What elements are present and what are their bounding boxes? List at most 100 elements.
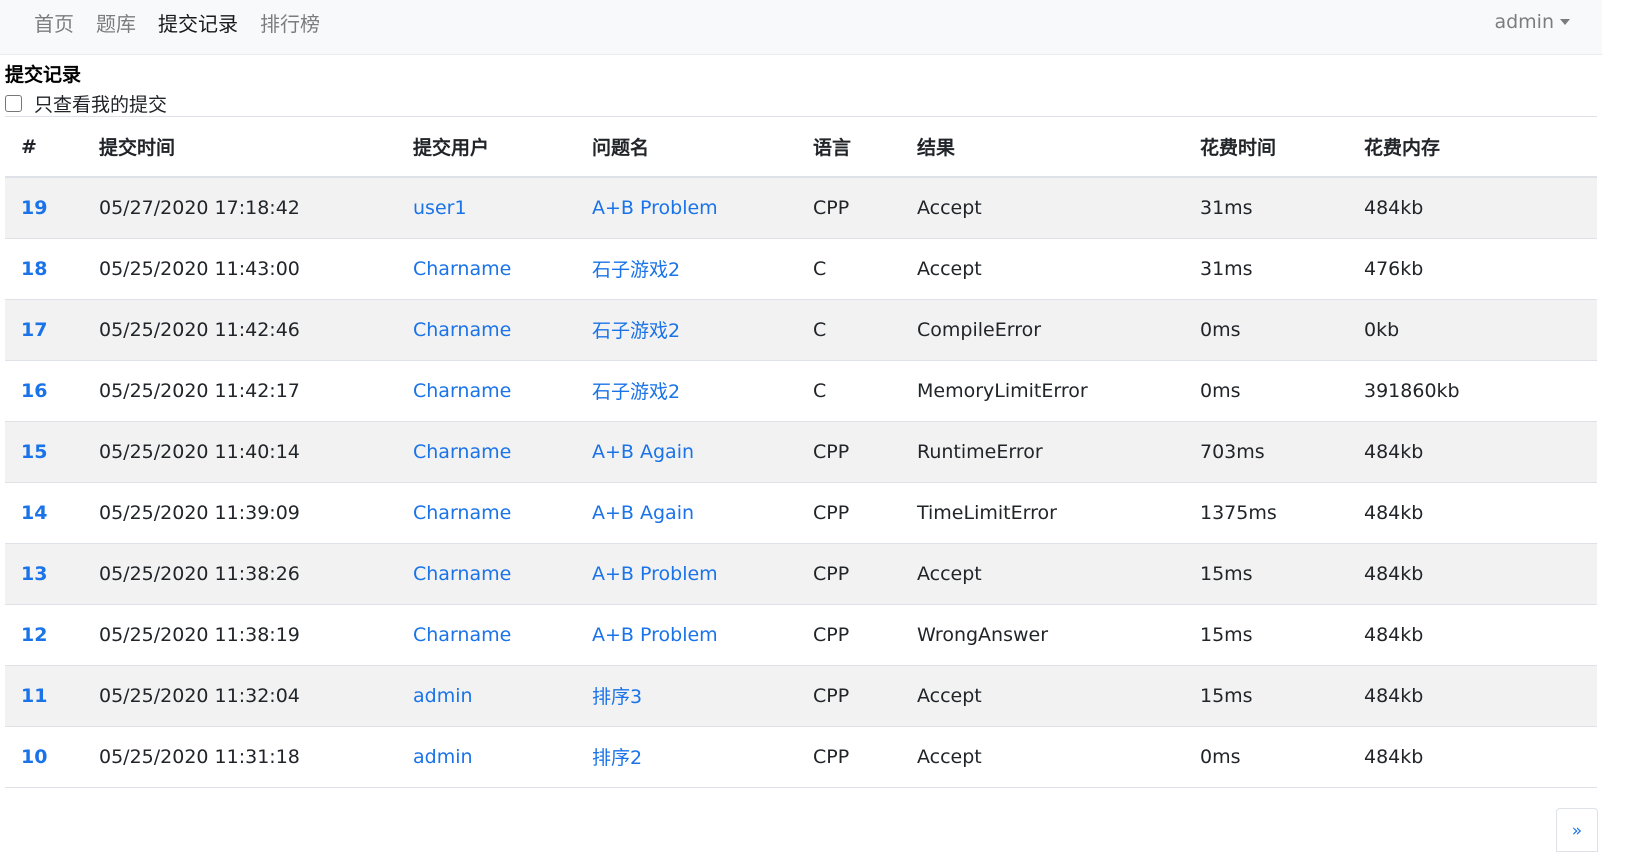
cost-time: 0ms	[1184, 360, 1348, 422]
user-link[interactable]: Charname	[413, 380, 511, 402]
caret-down-icon	[1560, 19, 1570, 25]
problem-link[interactable]: 石子游戏2	[592, 320, 680, 342]
result: Accept	[901, 665, 1184, 727]
cost-time: 15ms	[1184, 543, 1348, 605]
only-mine-checkbox[interactable]	[5, 95, 22, 112]
cost-time: 15ms	[1184, 665, 1348, 727]
col-header-id: #	[5, 117, 83, 178]
submission-id-link[interactable]: 14	[21, 502, 47, 524]
cost-time: 0ms	[1184, 299, 1348, 361]
cost-memory: 484kb	[1348, 482, 1597, 544]
submit-time: 05/27/2020 17:18:42	[83, 177, 397, 239]
submission-id-link[interactable]: 19	[21, 197, 47, 219]
table-row: 12 05/25/2020 11:38:19 Charname A+B Prob…	[5, 604, 1597, 666]
user-menu-label: admin	[1494, 11, 1554, 33]
nav-item-ranking[interactable]: 排行榜	[260, 8, 320, 37]
submission-id-link[interactable]: 17	[21, 319, 47, 341]
submission-id-link[interactable]: 10	[21, 746, 47, 768]
submit-time: 05/25/2020 11:43:00	[83, 238, 397, 300]
problem-link[interactable]: 排序2	[592, 747, 642, 769]
table-header-row: # 提交时间 提交用户 问题名 语言 结果 花费时间 花费内存	[5, 117, 1597, 178]
user-link[interactable]: admin	[413, 685, 473, 707]
submit-time: 05/25/2020 11:31:18	[83, 726, 397, 788]
col-header-language: 语言	[797, 117, 901, 178]
language: C	[797, 360, 901, 422]
cost-time: 1375ms	[1184, 482, 1348, 544]
language: CPP	[797, 665, 901, 727]
table-row: 16 05/25/2020 11:42:17 Charname 石子游戏2 C …	[5, 360, 1597, 422]
problem-link[interactable]: A+B Again	[592, 502, 694, 524]
table-row: 10 05/25/2020 11:31:18 admin 排序2 CPP Acc…	[5, 726, 1597, 788]
submission-id-link[interactable]: 11	[21, 685, 47, 707]
language: CPP	[797, 482, 901, 544]
problem-link[interactable]: A+B Problem	[592, 197, 718, 219]
col-header-time: 提交时间	[83, 117, 397, 178]
result: Accept	[901, 726, 1184, 788]
table-row: 13 05/25/2020 11:38:26 Charname A+B Prob…	[5, 543, 1597, 605]
submission-id-link[interactable]: 18	[21, 258, 47, 280]
table-row: 17 05/25/2020 11:42:46 Charname 石子游戏2 C …	[5, 299, 1597, 361]
page-title: 提交记录	[5, 64, 82, 86]
user-link[interactable]: Charname	[413, 319, 511, 341]
table-row: 14 05/25/2020 11:39:09 Charname A+B Agai…	[5, 482, 1597, 544]
problem-link[interactable]: A+B Problem	[592, 624, 718, 646]
col-header-result: 结果	[901, 117, 1184, 178]
user-link[interactable]: Charname	[413, 624, 511, 646]
cost-memory: 391860kb	[1348, 360, 1597, 422]
user-link[interactable]: Charname	[413, 502, 511, 524]
col-header-cost-time: 花费时间	[1184, 117, 1348, 178]
submissions-table: # 提交时间 提交用户 问题名 语言 结果 花费时间 花费内存 19 05/27…	[5, 117, 1597, 788]
submission-id-link[interactable]: 16	[21, 380, 47, 402]
table-row: 15 05/25/2020 11:40:14 Charname A+B Agai…	[5, 421, 1597, 483]
user-link[interactable]: user1	[413, 197, 467, 219]
user-link[interactable]: admin	[413, 746, 473, 768]
nav-item-problems[interactable]: 题库	[96, 8, 136, 37]
user-menu-dropdown[interactable]: admin	[1494, 0, 1570, 44]
language: C	[797, 299, 901, 361]
user-link[interactable]: Charname	[413, 258, 511, 280]
table-row: 11 05/25/2020 11:32:04 admin 排序3 CPP Acc…	[5, 665, 1597, 727]
cost-memory: 0kb	[1348, 299, 1597, 361]
language: CPP	[797, 421, 901, 483]
submission-id-link[interactable]: 15	[21, 441, 47, 463]
cost-time: 15ms	[1184, 604, 1348, 666]
problem-link[interactable]: A+B Problem	[592, 563, 718, 585]
top-navbar: 首页 题库 提交记录 排行榜 admin	[0, 0, 1602, 55]
result: Accept	[901, 238, 1184, 300]
result: Accept	[901, 543, 1184, 605]
table-row: 18 05/25/2020 11:43:00 Charname 石子游戏2 C …	[5, 238, 1597, 300]
result: CompileError	[901, 299, 1184, 361]
cost-memory: 484kb	[1348, 421, 1597, 483]
result: WrongAnswer	[901, 604, 1184, 666]
col-header-user: 提交用户	[397, 117, 576, 178]
cost-time: 0ms	[1184, 726, 1348, 788]
nav-item-submissions[interactable]: 提交记录	[158, 8, 238, 37]
only-mine-label[interactable]: 只查看我的提交	[34, 90, 167, 117]
language: CPP	[797, 543, 901, 605]
result: Accept	[901, 177, 1184, 239]
problem-link[interactable]: A+B Again	[592, 441, 694, 463]
submission-id-link[interactable]: 12	[21, 624, 47, 646]
table-row: 19 05/27/2020 17:18:42 user1 A+B Problem…	[5, 177, 1597, 239]
submit-time: 05/25/2020 11:32:04	[83, 665, 397, 727]
user-link[interactable]: Charname	[413, 563, 511, 585]
cost-memory: 484kb	[1348, 177, 1597, 239]
language: CPP	[797, 177, 901, 239]
nav-item-home[interactable]: 首页	[34, 8, 74, 37]
result: TimeLimitError	[901, 482, 1184, 544]
language: C	[797, 238, 901, 300]
language: CPP	[797, 726, 901, 788]
cost-time: 703ms	[1184, 421, 1348, 483]
submit-time: 05/25/2020 11:38:19	[83, 604, 397, 666]
user-link[interactable]: Charname	[413, 441, 511, 463]
col-header-cost-memory: 花费内存	[1348, 117, 1597, 178]
submission-id-link[interactable]: 13	[21, 563, 47, 585]
cost-memory: 484kb	[1348, 604, 1597, 666]
cost-memory: 484kb	[1348, 726, 1597, 788]
result: RuntimeError	[901, 421, 1184, 483]
problem-link[interactable]: 石子游戏2	[592, 381, 680, 403]
problem-link[interactable]: 石子游戏2	[592, 259, 680, 281]
pagination-next-button[interactable]: »	[1556, 808, 1598, 852]
submit-time: 05/25/2020 11:38:26	[83, 543, 397, 605]
problem-link[interactable]: 排序3	[592, 686, 642, 708]
